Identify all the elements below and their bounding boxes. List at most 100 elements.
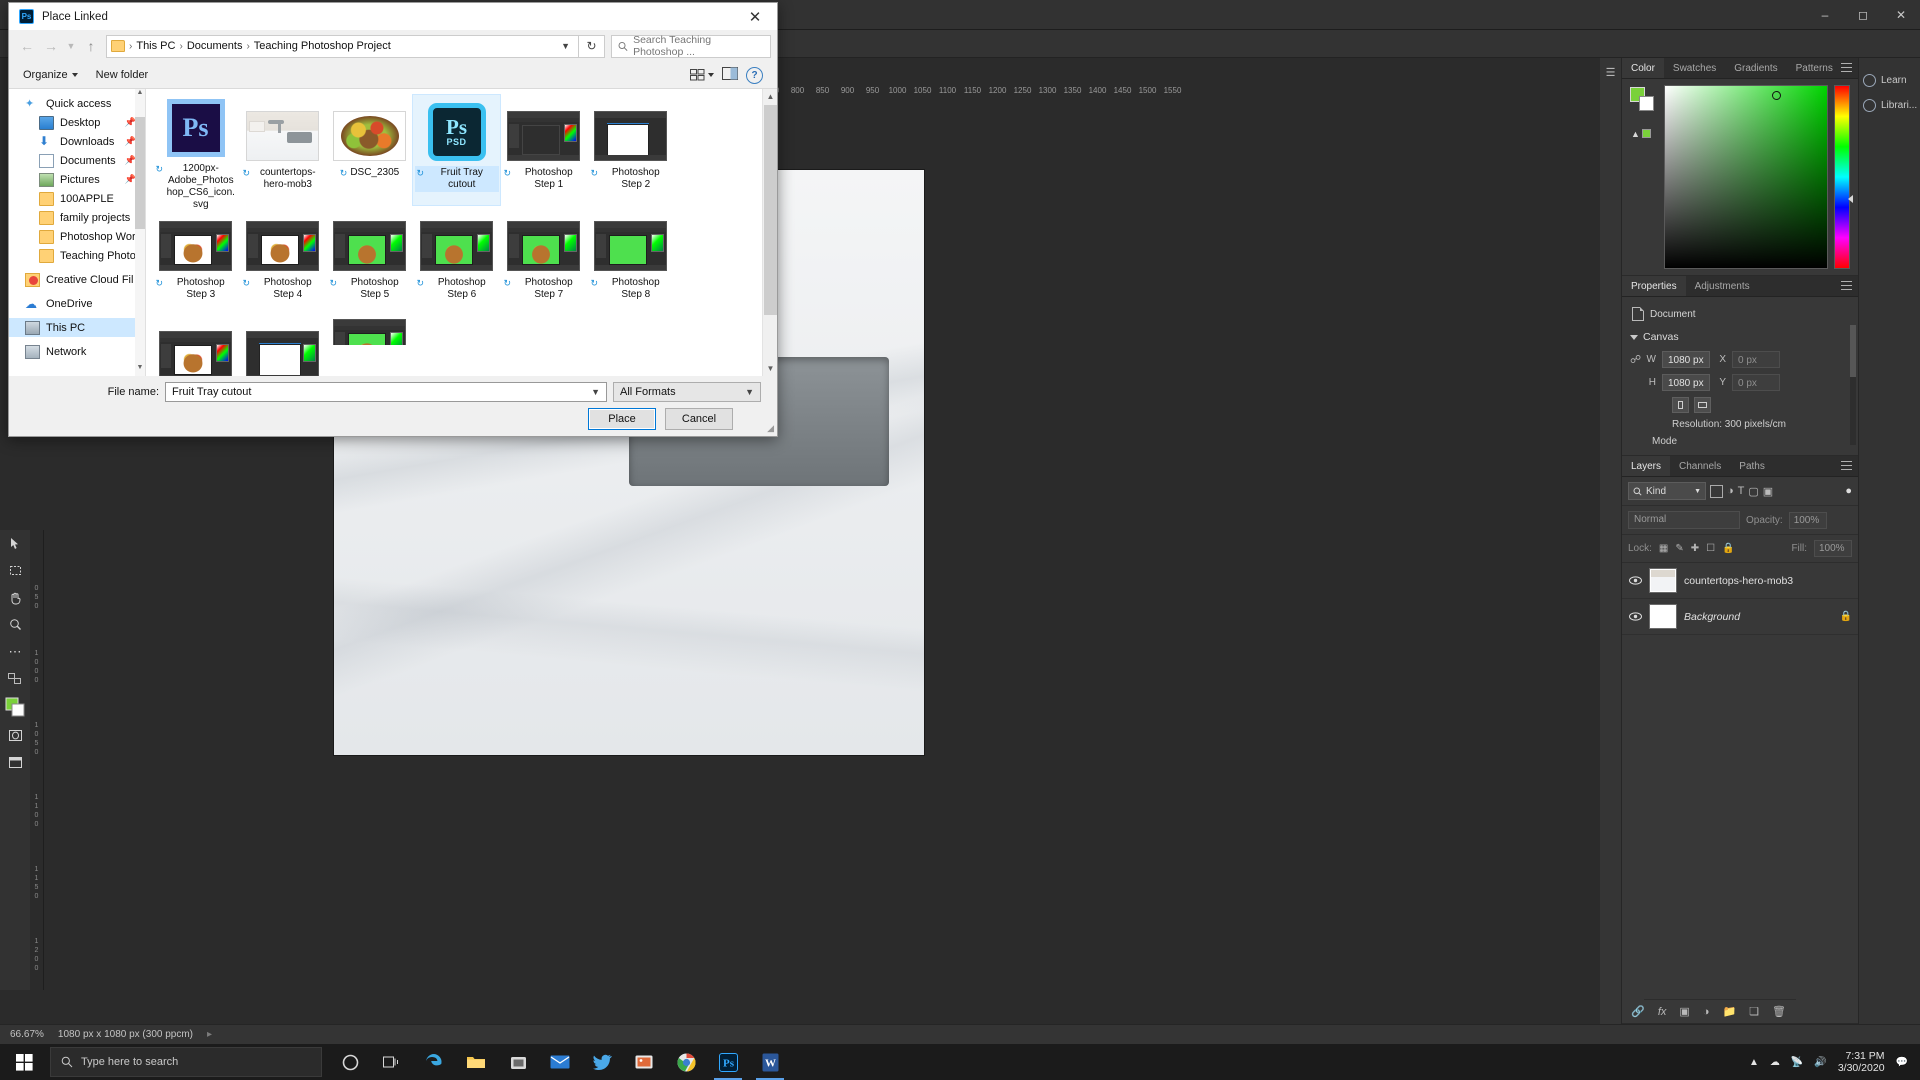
sidebar-item-this-pc[interactable]: This PC [9,318,145,337]
canvas-section-header[interactable]: Canvas [1630,331,1850,343]
new-layer-icon[interactable]: ❏ [1749,1005,1759,1018]
tab-gradients[interactable]: Gradients [1725,58,1787,78]
rail-item-learn[interactable]: Learn [1859,68,1920,93]
portrait-orientation-button[interactable] [1672,397,1689,413]
word-icon[interactable]: W [750,1044,790,1080]
network-tray-icon[interactable]: 📡 [1791,1057,1803,1068]
fill-input[interactable]: 100% [1814,540,1852,557]
y-input[interactable]: 0 px [1732,374,1780,391]
layer-name[interactable]: Background [1684,611,1833,623]
cortana-icon[interactable] [330,1044,370,1080]
sidebar-item-documents[interactable]: Documents 📌 [9,151,145,170]
properties-scrollbar[interactable] [1850,325,1856,445]
file-item[interactable]: ↻ Photoshop Step 1 [500,95,587,205]
forward-button[interactable]: → [39,34,63,58]
tab-swatches[interactable]: Swatches [1663,58,1726,78]
change-view-button[interactable] [690,69,714,81]
file-item[interactable]: Ps ↻ 1200px-Adobe_Photoshop_CS6_icon.svg [152,95,239,210]
file-item[interactable]: ↻ DSC_2305 [326,95,413,205]
file-item[interactable]: ↻ Photoshop Step 3 [152,205,239,315]
sidebar-item-downloads[interactable]: ⬇ Downloads 📌 [9,132,145,151]
move-tool[interactable] [0,530,30,557]
file-item[interactable]: ↻ Photoshop Step 10 [239,315,326,376]
filter-smart-object-icon[interactable]: ▣ [1763,485,1773,498]
lock-image-pixels-icon[interactable]: ✎ [1675,543,1683,554]
file-item[interactable]: ↻ Photoshop Step 6 [413,205,500,315]
file-list-scrollbar[interactable]: ▲ ▼ [762,89,777,376]
cancel-button[interactable]: Cancel [665,408,733,430]
properties-panel-menu-icon[interactable] [1841,281,1852,290]
place-button[interactable]: Place [588,408,656,430]
link-dimensions-icon[interactable]: ☍ [1630,353,1641,366]
tab-adjustments[interactable]: Adjustments [1685,276,1759,296]
task-view-icon[interactable] [372,1044,412,1080]
hand-tool[interactable] [0,584,30,611]
layer-visibility-icon[interactable] [1628,610,1642,624]
file-explorer-icon[interactable] [456,1044,496,1080]
blend-mode-select[interactable]: Normal [1628,511,1740,529]
filter-toggle-icon[interactable]: ● [1845,485,1852,497]
sidebar-item-teaching-photoshop[interactable]: Teaching Photos [9,246,145,265]
collapsed-panel-rail[interactable]: ☰ [1600,58,1622,1024]
filter-adjustment-icon[interactable]: ◑ [1727,485,1734,497]
file-item[interactable]: ↻ countertops-hero-mob3 [239,95,326,205]
width-input[interactable]: 1080 px [1662,351,1710,368]
preview-pane-button[interactable] [722,67,738,83]
file-name-input[interactable]: Fruit Tray cutout ▼ [165,382,607,402]
tab-paths[interactable]: Paths [1730,456,1774,476]
lock-transparent-pixels-icon[interactable]: ▦ [1659,543,1668,554]
sidebar-item-creative-cloud[interactable]: Creative Cloud Fil [9,270,145,289]
sidebar-item-onedrive[interactable]: ☁ OneDrive [9,294,145,313]
sidebar-item-network[interactable]: Network [9,342,145,361]
layer-row[interactable]: Background 🔒 [1622,599,1858,635]
filter-type-icon[interactable]: T [1738,485,1745,497]
swap-colors-icon[interactable] [0,665,30,692]
file-list-scroll-thumb[interactable] [764,105,777,315]
zoom-tool[interactable] [0,611,30,638]
layer-style-icon[interactable]: fx [1658,1006,1667,1018]
recent-locations-button[interactable]: ▼ [63,34,79,58]
back-button[interactable]: ← [15,34,39,58]
link-layers-icon[interactable]: 🔗 [1631,1005,1645,1018]
resize-grip-icon[interactable]: ◢ [767,423,774,434]
sidebar-scrollbar[interactable]: ▲ ▼ [135,89,145,376]
refresh-button[interactable]: ↻ [579,34,605,58]
tab-channels[interactable]: Channels [1670,456,1731,476]
sidebar-scroll-thumb[interactable] [135,117,145,229]
file-item-selected[interactable]: Ps PSD ↻ Fruit Tray cutout [412,94,501,206]
sidebar-item-family-projects[interactable]: family projects [9,208,145,227]
sidebar-item-desktop[interactable]: Desktop 📌 [9,113,145,132]
volume-tray-icon[interactable]: 🔊 [1814,1057,1826,1068]
height-input[interactable]: 1080 px [1662,374,1710,391]
tab-layers[interactable]: Layers [1622,456,1671,476]
photos-icon[interactable] [624,1044,664,1080]
file-item[interactable]: ↻ Photoshop Step 8 [587,205,674,315]
file-list-pane[interactable]: Ps ↻ 1200px-Adobe_Photoshop_CS6_icon.svg [146,89,777,376]
lock-position-icon[interactable]: ✚ [1691,543,1699,554]
clock[interactable]: 7:31 PM 3/30/2020 [1838,1050,1885,1074]
status-expand-icon[interactable]: ▸ [207,1029,212,1040]
onedrive-tray-icon[interactable]: ☁ [1770,1057,1780,1068]
rail-item-libraries[interactable]: Librari... [1859,93,1920,118]
file-item[interactable]: ↻ Photoshop Step 5 [326,205,413,315]
color-panel-menu-icon[interactable] [1841,63,1852,72]
taskbar-search-input[interactable]: Type here to search [50,1047,322,1077]
opacity-input[interactable]: 100% [1788,511,1827,529]
layer-thumbnail[interactable] [1649,568,1677,593]
file-item[interactable]: ↻ Photoshop Step 4 [239,205,326,315]
show-hidden-icons-icon[interactable]: ▲ [1749,1057,1759,1068]
adjustment-layer-icon[interactable]: ◑ [1703,1006,1710,1018]
new-group-icon[interactable]: 📁 [1722,1005,1736,1018]
tab-properties[interactable]: Properties [1622,276,1686,296]
quick-mask-icon[interactable] [0,722,30,749]
rectangular-marquee-tool[interactable] [0,557,30,584]
chevron-down-icon[interactable]: ▼ [561,41,574,51]
layer-visibility-icon[interactable] [1628,574,1642,588]
breadcrumb-segment-this-pc[interactable]: This PC [136,40,175,52]
layer-filter-kind-select[interactable]: Kind ▼ [1628,482,1706,500]
chevron-down-icon[interactable]: ▼ [591,387,600,397]
color-picker-cursor[interactable] [1771,91,1781,100]
hue-slider[interactable] [1834,85,1853,269]
tab-color[interactable]: Color [1622,58,1664,78]
chrome-icon[interactable] [666,1044,706,1080]
